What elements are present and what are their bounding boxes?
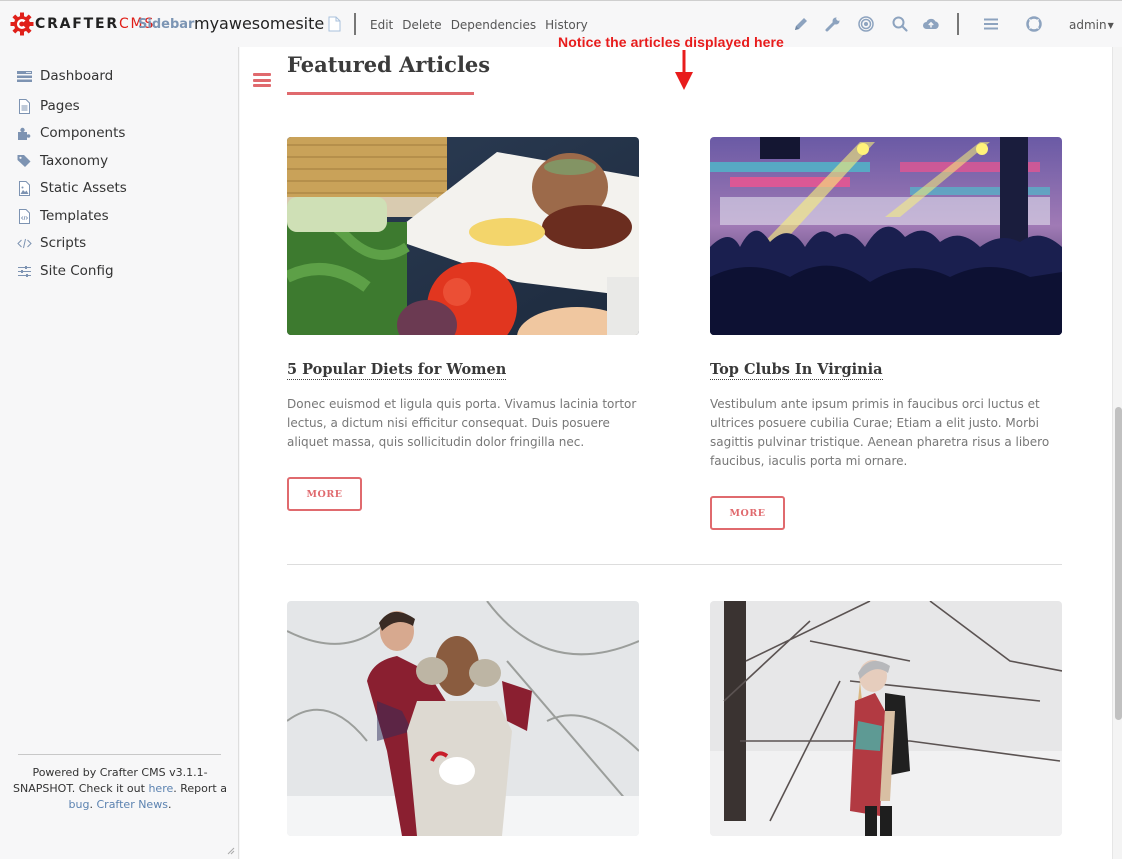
dashboard-icon [17, 70, 32, 82]
article-summary: Donec euismod et ligula quis porta. Viva… [287, 397, 637, 449]
row-divider [287, 564, 1062, 565]
sidebar-item-label: Components [40, 125, 126, 141]
resize-handle-icon[interactable] [227, 847, 235, 855]
sidebar-item-label: Pages [40, 98, 80, 114]
sidebar-item-label: Taxonomy [40, 153, 109, 169]
page-file-icon[interactable] [328, 16, 341, 32]
logo-text-main: CRAFTER [35, 16, 119, 32]
bug-link[interactable]: bug [69, 798, 90, 811]
search-icon[interactable] [891, 15, 909, 33]
user-name: admin [1069, 18, 1107, 32]
puzzle-icon [18, 127, 31, 140]
crafter-news-link[interactable]: Crafter News [96, 798, 167, 811]
sidebar-item-templates[interactable]: Templates [17, 208, 109, 224]
sidebar-item-label: Static Assets [40, 180, 127, 196]
image-icon [19, 180, 30, 196]
scrollbar-thumb[interactable] [1115, 407, 1122, 720]
pencil-icon[interactable] [792, 15, 810, 33]
article-card [710, 601, 1062, 836]
sidebar-footer: Powered by Crafter CMS v3.1.1-SNAPSHOT. … [12, 765, 228, 813]
more-button[interactable]: MORE [710, 496, 785, 530]
article-title-link[interactable]: Top Clubs In Virginia [710, 361, 883, 380]
hamburger-menu-icon[interactable] [253, 73, 271, 87]
sidebar-item-label: Templates [40, 208, 109, 224]
sidebar-item-pages[interactable]: Pages [17, 98, 80, 114]
code-icon [17, 238, 32, 248]
preview-pane: Featured Articles 5 Popular Diets for Wo… [240, 47, 1112, 859]
sidebar: Dashboard Pages Components Taxonomy Stat… [0, 47, 239, 859]
crafter-logo[interactable]: CRAFTERCMS [10, 10, 155, 38]
sidebar-item-site-config[interactable]: Site Config [17, 263, 114, 279]
food-plate-photo[interactable] [287, 137, 639, 335]
sidebar-item-scripts[interactable]: Scripts [17, 235, 86, 251]
annotation-label: Notice the articles displayed here [558, 34, 784, 50]
sidebar-item-dashboard[interactable]: Dashboard [17, 68, 113, 84]
article-summary: Vestibulum ante ipsum primis in faucibus… [710, 397, 1050, 468]
gear-logo-icon [10, 12, 34, 36]
toolbar-separator [957, 13, 959, 35]
history-link[interactable]: History [545, 18, 588, 32]
sliders-icon [18, 265, 31, 277]
article-title-link[interactable]: 5 Popular Diets for Women [287, 361, 507, 380]
article-card: 5 Popular Diets for Women Donec euismod … [287, 137, 639, 511]
article-card: Top Clubs In Virginia Vestibulum ante ip… [710, 137, 1062, 530]
footer-text: . [167, 798, 172, 811]
caret-down-icon: ▼ [1107, 21, 1114, 30]
dependencies-link[interactable]: Dependencies [451, 18, 536, 32]
nightclub-crowd-photo[interactable] [710, 137, 1062, 335]
winter-woman-photo[interactable] [710, 601, 1062, 836]
lifebuoy-icon[interactable] [1025, 15, 1043, 33]
cloud-upload-icon[interactable] [922, 15, 940, 33]
main-scrollbar[interactable] [1112, 47, 1122, 859]
arrow-down-icon [675, 50, 693, 90]
sidebar-item-label: Scripts [40, 235, 87, 251]
here-link[interactable]: here [148, 782, 173, 795]
page-actions: Edit Delete Dependencies History [370, 18, 588, 32]
article-card [287, 601, 639, 836]
menu-icon[interactable] [982, 15, 1000, 33]
winter-couple-photo[interactable] [287, 601, 639, 836]
template-file-icon [19, 208, 30, 224]
target-icon[interactable] [857, 15, 875, 33]
user-menu[interactable]: admin▼ [1069, 18, 1114, 32]
more-button[interactable]: MORE [287, 477, 362, 511]
sidebar-item-components[interactable]: Components [17, 125, 125, 141]
section-title: Featured Articles [287, 52, 491, 77]
sidebar-toggle-link[interactable]: Sidebar [138, 17, 194, 32]
delete-link[interactable]: Delete [402, 18, 441, 32]
wrench-icon[interactable] [824, 15, 842, 33]
sidebar-footer-divider [18, 754, 221, 755]
section-title-underline [287, 92, 474, 95]
toolbar-separator [354, 13, 356, 35]
site-name[interactable]: myawesomesite [194, 14, 324, 33]
sidebar-item-label: Site Config [40, 263, 114, 279]
tag-icon [17, 154, 31, 167]
sidebar-item-label: Dashboard [40, 68, 114, 84]
sidebar-item-taxonomy[interactable]: Taxonomy [17, 153, 108, 169]
footer-text: . Report a [173, 782, 227, 795]
page-icon [19, 98, 30, 114]
edit-link[interactable]: Edit [370, 18, 393, 32]
sidebar-item-static-assets[interactable]: Static Assets [17, 180, 127, 196]
